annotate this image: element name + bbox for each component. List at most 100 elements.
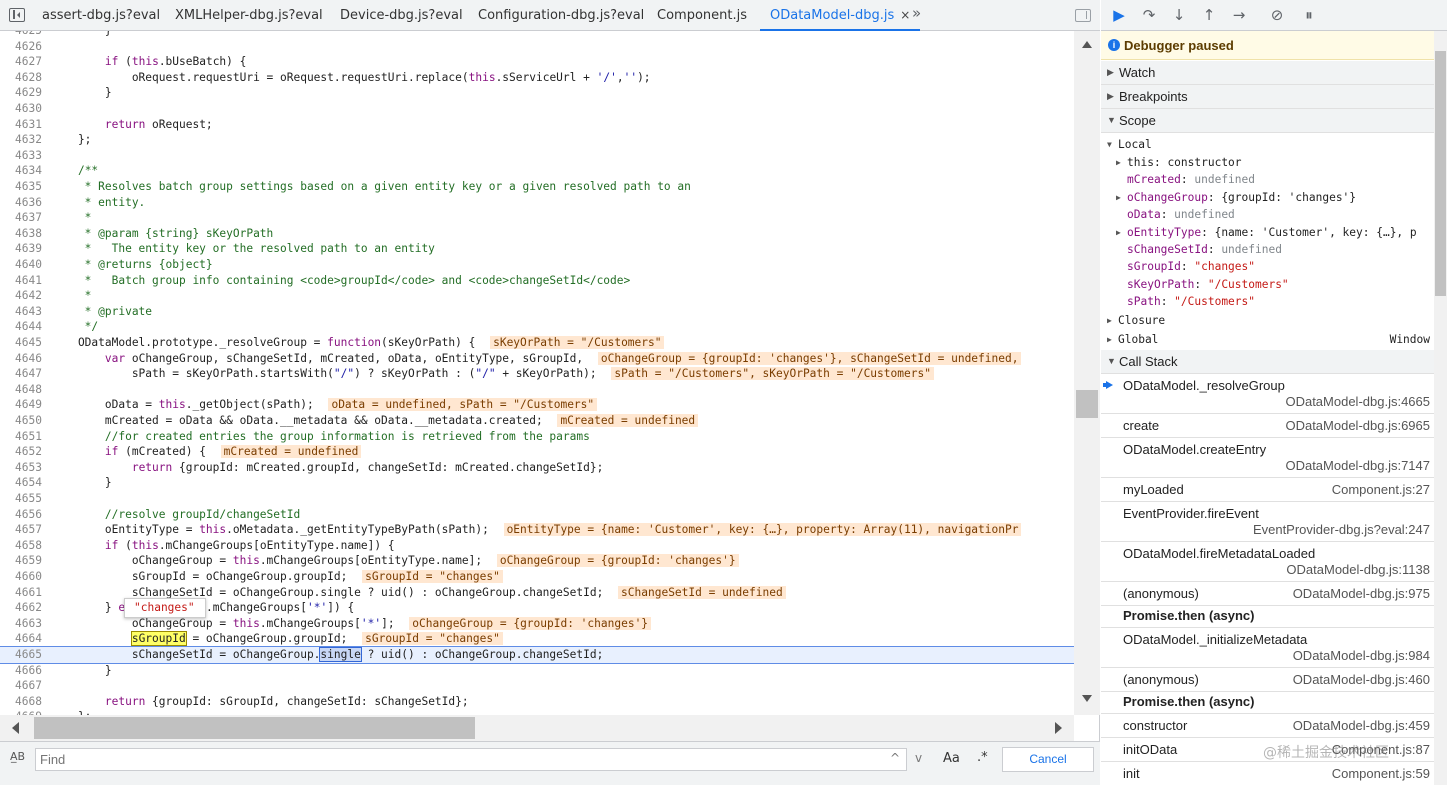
code-line[interactable]: 4625 } (0, 31, 1074, 39)
line-number[interactable]: 4659 (0, 553, 42, 569)
step-into-icon[interactable]: ↓ (1169, 5, 1189, 25)
call-frame[interactable]: (anonymous) ODataModel-dbg.js:460 (1101, 668, 1434, 692)
line-number[interactable]: 4642 (0, 288, 42, 304)
step-icon[interactable]: → (1229, 5, 1249, 25)
tab-assert-dbg[interactable]: assert-dbg.js?eval (42, 0, 160, 31)
scope-variable[interactable]: ▶ this: constructor (1101, 154, 1434, 171)
step-over-icon[interactable]: ↷ (1139, 5, 1159, 25)
code-line[interactable]: 4648 (0, 382, 1074, 398)
line-number[interactable]: 4653 (0, 460, 42, 476)
code-line[interactable]: 4630 (0, 101, 1074, 117)
find-previous-icon[interactable]: ^ (890, 751, 900, 765)
call-frame[interactable]: ODataModel._resolveGroup ODataModel-dbg.j… (1101, 374, 1434, 414)
line-number[interactable]: 4650 (0, 413, 42, 429)
tab-configuration-dbg[interactable]: Configuration-dbg.js?eval (478, 0, 644, 31)
scope-section-header[interactable]: ▼ Scope (1101, 109, 1434, 133)
toggle-navigator-icon[interactable] (9, 8, 25, 22)
line-number[interactable]: 4639 (0, 241, 42, 257)
scope-variable[interactable]: mCreated: undefined (1101, 171, 1434, 188)
tab-odatamodel-dbg[interactable]: ODataModel-dbg.js × (760, 0, 921, 31)
code-line[interactable]: 4642 * (0, 288, 1074, 304)
line-number[interactable]: 4629 (0, 85, 42, 101)
scroll-left-icon[interactable] (12, 722, 19, 734)
code-line[interactable]: 4646 var oChangeGroup, sChangeSetId, mCr… (0, 351, 1074, 367)
code-line[interactable]: 4632 }; (0, 132, 1074, 148)
watch-section-header[interactable]: ▶ Watch (1101, 61, 1434, 85)
call-frame[interactable]: init Component.js:59 (1101, 762, 1434, 785)
scroll-down-icon[interactable] (1082, 695, 1092, 702)
tab-component-js[interactable]: Component.js (657, 0, 747, 31)
find-input[interactable] (35, 748, 907, 771)
execution-line[interactable]: 4665 sChangeSetId = oChangeGroup.single … (0, 646, 1074, 664)
scroll-up-icon[interactable] (1082, 41, 1092, 48)
hscroll-thumb[interactable] (34, 717, 475, 739)
call-frame[interactable]: constructor ODataModel-dbg.js:459 (1101, 714, 1434, 738)
line-number[interactable]: 4660 (0, 569, 42, 585)
call-frame[interactable]: ODataModel.createEntry ODataModel-dbg.js:… (1101, 438, 1434, 478)
call-frame-location[interactable]: Component.js:27 (1332, 482, 1430, 497)
scope-local-header[interactable]: ▼ Local (1101, 136, 1434, 153)
scope-variable[interactable]: sPath: "/Customers" (1101, 293, 1434, 310)
scope-variable[interactable]: sChangeSetId: undefined (1101, 241, 1434, 258)
code-line[interactable]: 4651 //for created entries the group inf… (0, 429, 1074, 445)
line-number[interactable]: 4668 (0, 694, 42, 710)
line-number[interactable]: 4652 (0, 444, 42, 460)
call-frame[interactable]: myLoaded Component.js:27 (1101, 478, 1434, 502)
call-frame-location[interactable]: ODataModel-dbg.js:7147 (1285, 458, 1430, 473)
find-next-icon[interactable]: v (915, 751, 922, 765)
line-number[interactable]: 4662 (0, 600, 42, 616)
call-frame-location[interactable]: EventProvider-dbg.js?eval:247 (1253, 522, 1430, 537)
scope-variable[interactable]: oData: undefined (1101, 206, 1434, 223)
call-frame[interactable]: create ODataModel-dbg.js:6965 (1101, 414, 1434, 438)
match-case-button[interactable]: Aa (943, 751, 960, 766)
code-line[interactable]: 4638 * @param {string} sKeyOrPath (0, 226, 1074, 242)
code-line[interactable]: 4627 if (this.bUseBatch) { (0, 54, 1074, 70)
line-number[interactable]: 4628 (0, 70, 42, 86)
code-line[interactable]: 4652 if (mCreated) { mCreated = undefine… (0, 444, 1074, 460)
code-line[interactable]: 4657 oEntityType = this.oMetadata._getEn… (0, 522, 1074, 538)
line-number[interactable]: 4665 (0, 647, 42, 663)
code-line[interactable]: 4650 mCreated = oData && oData.__metadat… (0, 413, 1074, 429)
line-number[interactable]: 4631 (0, 117, 42, 133)
code-line[interactable]: 4656 //resolve groupId/changeSetId (0, 507, 1074, 523)
scope-variable[interactable]: ▶ oChangeGroup: {groupId: 'changes'} (1101, 189, 1434, 206)
call-frame-location[interactable]: ODataModel-dbg.js:975 (1293, 586, 1430, 601)
code-line[interactable]: 4636 * entity. (0, 195, 1074, 211)
scope-variable[interactable]: sGroupId: "changes" (1101, 258, 1434, 275)
code-line[interactable]: 4643 * @private (0, 304, 1074, 320)
sidebar-scrollbar[interactable] (1434, 31, 1447, 785)
line-number[interactable]: 4638 (0, 226, 42, 242)
code-line[interactable]: 4655 (0, 491, 1074, 507)
line-number[interactable]: 4625 (0, 31, 42, 39)
deactivate-breakpoints-icon[interactable]: ⊘ (1267, 5, 1287, 25)
line-number[interactable]: 4667 (0, 678, 42, 694)
code-line[interactable]: 4654 } (0, 475, 1074, 491)
call-frame[interactable]: (anonymous) ODataModel-dbg.js:975 (1101, 582, 1434, 606)
code-line[interactable]: 4668 return {groupId: sGroupId, changeSe… (0, 694, 1074, 710)
code-line[interactable]: 4653 return {groupId: mCreated.groupId, … (0, 460, 1074, 476)
scroll-right-icon[interactable] (1055, 722, 1062, 734)
call-frame-location[interactable]: ODataModel-dbg.js:460 (1293, 672, 1430, 687)
code-line[interactable]: 4660 sGroupId = oChangeGroup.groupId; sG… (0, 569, 1074, 585)
call-frame[interactable]: ODataModel.fireMetadataLoaded ODataModel-… (1101, 542, 1434, 582)
vertical-scrollbar[interactable] (1074, 31, 1100, 715)
tab-xmlhelper-dbg[interactable]: XMLHelper-dbg.js?eval (175, 0, 323, 31)
line-number[interactable]: 4633 (0, 148, 42, 164)
line-number[interactable]: 4645 (0, 335, 42, 351)
line-number[interactable]: 4643 (0, 304, 42, 320)
toggle-debugger-icon[interactable] (1075, 9, 1091, 22)
code-line[interactable]: 4644 */ (0, 319, 1074, 335)
line-number[interactable]: 4654 (0, 475, 42, 491)
code-line[interactable]: 4645 ODataModel.prototype._resolveGroup … (0, 335, 1074, 351)
line-number[interactable]: 4661 (0, 585, 42, 601)
code-line[interactable]: 4637 * (0, 210, 1074, 226)
call-frame[interactable]: ODataModel._initializeMetadata ODataModel… (1101, 628, 1434, 668)
line-number[interactable]: 4664 (0, 631, 42, 647)
line-number[interactable]: 4647 (0, 366, 42, 382)
scope-variable[interactable]: ▶ oEntityType: {name: 'Customer', key: {…… (1101, 224, 1434, 241)
code-line[interactable]: 4663 oChangeGroup = this.mChangeGroups['… (0, 616, 1074, 632)
call-frame[interactable]: EventProvider.fireEvent EventProvider-dbg… (1101, 502, 1434, 542)
code-line[interactable]: 4626 (0, 39, 1074, 55)
cancel-button[interactable]: Cancel (1002, 747, 1094, 772)
line-number[interactable]: 4655 (0, 491, 42, 507)
